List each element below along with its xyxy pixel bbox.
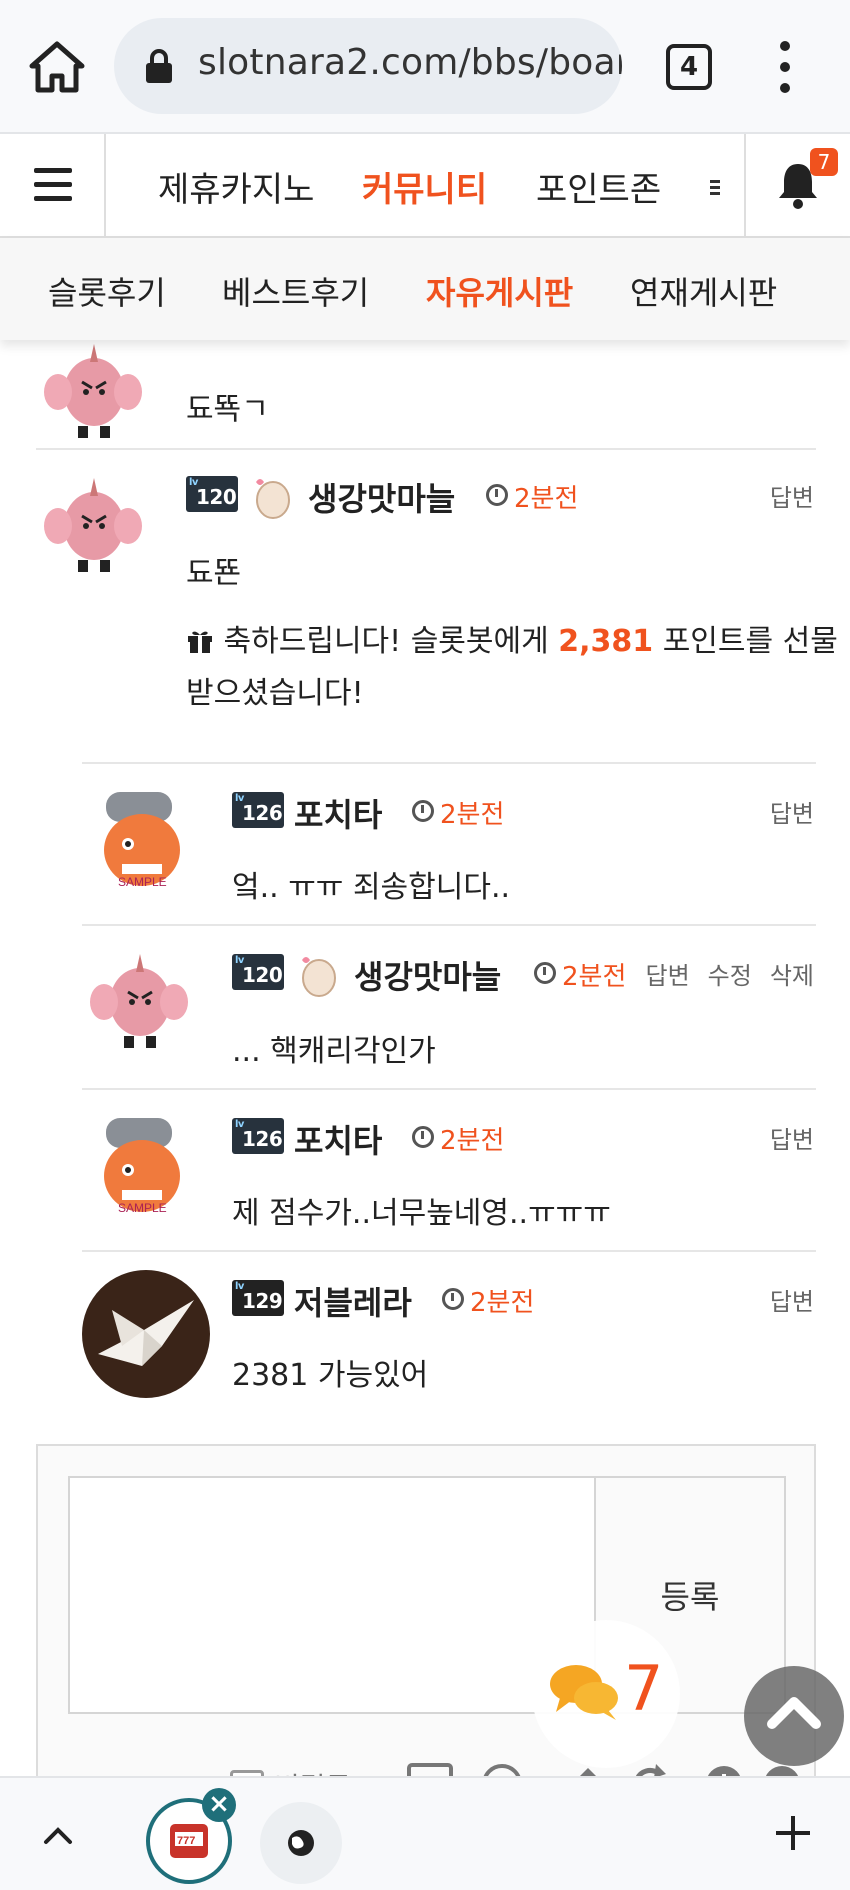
new-tab-icon[interactable] xyxy=(770,1810,816,1856)
board-sub-nav: 슬롯후기 베스트후기 자유게시판 연재게시판 xyxy=(0,238,850,340)
level-badge: lv 120 xyxy=(186,476,238,512)
clock-icon xyxy=(486,484,508,506)
reply-button[interactable]: 답변 xyxy=(645,962,689,990)
comment-author[interactable]: 생강맛마늘 xyxy=(354,952,501,998)
svg-text:777: 777 xyxy=(177,1835,195,1847)
avatar-garlic xyxy=(36,468,156,588)
close-tab-icon[interactable]: × xyxy=(202,1788,236,1822)
comment-actions: 답변 xyxy=(752,478,814,513)
comment-author[interactable]: 포치타 xyxy=(294,790,382,836)
reply-button[interactable]: 답변 xyxy=(770,484,814,512)
level-badge: lv 126 xyxy=(232,792,284,828)
avatar-garlic xyxy=(82,944,202,1064)
clock-icon xyxy=(412,800,434,822)
browser-bottom-bar: 777 × xyxy=(0,1776,850,1890)
gift-icon xyxy=(188,631,212,653)
comment-time: 2분전 xyxy=(440,800,505,830)
comment-text: 제 점수가..너무높네영..ㅠㅠㅠ xyxy=(232,1196,611,1231)
clock-icon xyxy=(442,1288,464,1310)
comment-divider xyxy=(82,924,816,926)
garlic-emblem-icon xyxy=(246,468,300,522)
svg-text:SAMPLE: SAMPLE xyxy=(118,1201,167,1215)
comment-text: 됴뚁ㄱ xyxy=(186,392,269,427)
scroll-to-top-button[interactable] xyxy=(744,1666,844,1766)
reply-button[interactable]: 답변 xyxy=(770,1126,814,1154)
edit-button[interactable]: 수정 xyxy=(708,962,752,990)
gift-point-amount: 2,381 xyxy=(558,624,654,659)
chevron-up-icon xyxy=(767,1697,821,1729)
comment-text: 됴뚄 xyxy=(186,556,242,591)
comment-time: 2분전 xyxy=(514,484,579,514)
comment-divider xyxy=(82,1250,816,1252)
clock-icon xyxy=(412,1126,434,1148)
reply-button[interactable]: 답변 xyxy=(770,1288,814,1316)
clock-icon xyxy=(534,962,556,984)
level-badge: lv 120 xyxy=(232,954,284,990)
avatar-chainsaw-dog: SAMPLE xyxy=(82,784,202,904)
comment-time: 2분전 xyxy=(440,1126,505,1156)
subnav-best-review[interactable]: 베스트후기 xyxy=(222,268,369,314)
subnav-slot-review[interactable]: 슬롯후기 xyxy=(48,268,166,314)
comment-divider xyxy=(82,762,816,764)
subnav-serial-board[interactable]: 연재게시판 xyxy=(630,268,777,314)
comment-textarea[interactable] xyxy=(68,1476,596,1714)
comment-text: 2381 가능있어 xyxy=(232,1358,429,1393)
chat-bubble-icon xyxy=(546,1660,622,1728)
comment-divider xyxy=(36,448,816,450)
chat-button[interactable]: 7 xyxy=(532,1620,680,1768)
avatar-chainsaw-dog: SAMPLE xyxy=(82,1110,202,1230)
comment-actions: 답변 수정 삭제 xyxy=(627,956,814,991)
comment-author[interactable]: 저블레라 xyxy=(294,1278,412,1324)
comment-actions: 답변 xyxy=(752,794,814,829)
gift-notice: 축하드립니다! 슬롯봇에게 2,381 포인트를 선물받으셨습니다! xyxy=(186,624,838,711)
comment-text: ... 핵캐리각인가 xyxy=(232,1034,436,1069)
comment-author[interactable]: 생강맛마늘 xyxy=(308,474,455,520)
comment-time: 2분전 xyxy=(470,1288,535,1318)
comment-time: 2분전 xyxy=(562,962,627,992)
comment-text: 엌.. ㅠㅠ 죄송합니다.. xyxy=(232,870,511,905)
level-badge: lv 126 xyxy=(232,1118,284,1154)
reply-button[interactable]: 답변 xyxy=(770,800,814,828)
garlic-emblem-icon xyxy=(292,946,346,1000)
comment-actions: 답변 xyxy=(752,1120,814,1155)
delete-button[interactable]: 삭제 xyxy=(770,962,814,990)
svg-text:SAMPLE: SAMPLE xyxy=(118,875,167,889)
avatar-paper-crane xyxy=(82,1270,210,1398)
globe-icon[interactable] xyxy=(260,1802,342,1884)
level-badge: lv 129 xyxy=(232,1280,284,1316)
subnav-free-board[interactable]: 자유게시판 xyxy=(426,268,573,314)
comment-actions: 답변 xyxy=(752,1282,814,1317)
comment-author[interactable]: 포치타 xyxy=(294,1116,382,1162)
comment-divider xyxy=(82,1088,816,1090)
avatar-garlic xyxy=(36,334,156,454)
chat-count: 7 xyxy=(624,1652,664,1725)
caret-up-icon[interactable] xyxy=(36,1814,80,1858)
